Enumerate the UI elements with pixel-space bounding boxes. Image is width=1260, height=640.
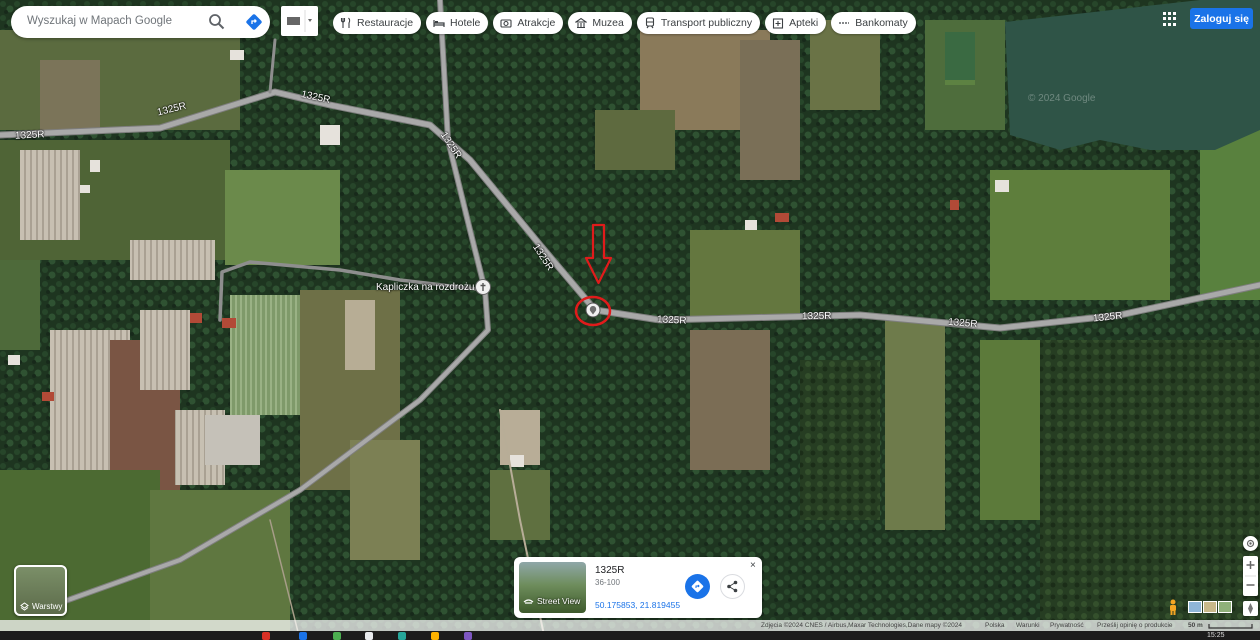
directions-icon[interactable] (244, 12, 264, 32)
chip-museums[interactable]: Muzea (568, 12, 632, 34)
privacy-link[interactable]: Prywatność (1050, 622, 1084, 629)
place-postal-code: 36-100 (595, 578, 620, 587)
camera-icon (500, 19, 512, 28)
attribution-text: Zdjęcia ©2024 CNES / Airbus,Maxar Techno… (761, 622, 962, 629)
road-label: 1325R (656, 314, 687, 327)
search-input[interactable]: Wyszukaj w Mapach Google (27, 15, 172, 27)
bed-icon (433, 20, 445, 27)
shrine-pin-icon[interactable] (475, 279, 491, 295)
taskbar-app-icon[interactable] (299, 632, 307, 640)
chip-transit[interactable]: Transport publiczny (636, 12, 761, 34)
layers-label: Warstwy (32, 602, 63, 611)
street-view-icon (523, 598, 534, 604)
search-box[interactable]: Wyszukaj w Mapach Google (11, 6, 270, 38)
taskbar-app-icon[interactable] (431, 632, 439, 640)
place-card[interactable]: Street View 1325R 36-100 50.175853, 21.8… (514, 557, 762, 618)
input-tools-button[interactable] (281, 6, 318, 36)
taskbar-app-icon[interactable] (365, 632, 373, 640)
directions-icon (691, 580, 704, 593)
search-icon[interactable] (207, 12, 227, 32)
pegman-icon[interactable] (1167, 599, 1179, 615)
taskbar-clock[interactable]: 15:25 (1207, 632, 1225, 639)
chip-attractions[interactable]: Atrakcje (493, 12, 564, 34)
directions-button[interactable] (685, 574, 710, 599)
compass-button[interactable] (1243, 601, 1258, 616)
os-taskbar: 15:25 (0, 631, 1260, 640)
place-title: 1325R (595, 565, 625, 576)
taskbar-app-icon[interactable] (464, 632, 472, 640)
keyboard-icon (287, 10, 312, 32)
place-coordinates[interactable]: 50.175853, 21.819455 (595, 600, 680, 610)
zoom-controls (1243, 556, 1258, 596)
cutlery-icon (340, 17, 351, 28)
map-type-thumbnails[interactable] (1188, 601, 1232, 613)
layers-icon (20, 602, 29, 611)
category-chips: Restauracje Hotele Atrakcje Muzea Transp… (333, 12, 916, 34)
share-button[interactable] (720, 574, 745, 599)
atm-icon (839, 22, 850, 24)
scale-bar (1208, 624, 1253, 629)
share-icon (727, 580, 738, 593)
feedback-link[interactable]: Prześlij opinię o produkcie (1097, 622, 1173, 629)
country-link[interactable]: Polska (985, 622, 1005, 629)
close-button[interactable]: × (750, 560, 756, 571)
map-watermark: © 2024 Google (1028, 93, 1096, 104)
chip-hotels[interactable]: Hotele (426, 12, 489, 34)
apps-grid-icon[interactable] (1163, 12, 1177, 26)
my-location-button[interactable] (1243, 536, 1258, 551)
museum-icon (575, 17, 588, 29)
road-label: 1325R (801, 310, 832, 323)
poi-label[interactable]: Kapliczka na rozdrożu (376, 282, 474, 293)
train-icon (645, 17, 654, 29)
chip-pharmacies[interactable]: Apteki (765, 12, 827, 34)
taskbar-app-icon[interactable] (262, 632, 270, 640)
location-icon (1246, 539, 1255, 548)
attribution-bar: Zdjęcia ©2024 CNES / Airbus,Maxar Techno… (0, 620, 1260, 631)
chip-restaurants[interactable]: Restauracje (333, 12, 422, 34)
sign-in-button[interactable]: Zaloguj się (1190, 8, 1253, 29)
road-label: 1325R (14, 129, 45, 142)
scale-label[interactable]: 50 m (1188, 622, 1203, 629)
terms-link[interactable]: Warunki (1016, 622, 1040, 629)
street-view-thumbnail[interactable]: Street View (519, 562, 586, 613)
compass-icon (1248, 603, 1253, 614)
pharmacy-icon (773, 18, 784, 29)
taskbar-app-icon[interactable] (333, 632, 341, 640)
zoom-in-icon (1246, 561, 1255, 569)
street-view-label: Street View (537, 596, 581, 606)
satellite-map[interactable]: 1325R 1325R 1325R 1325R 1325R 1325R 1325… (0, 0, 1260, 640)
taskbar-app-icon[interactable] (398, 632, 406, 640)
chip-atms[interactable]: Bankomaty (831, 12, 916, 34)
layers-button[interactable]: Warstwy (14, 565, 67, 616)
